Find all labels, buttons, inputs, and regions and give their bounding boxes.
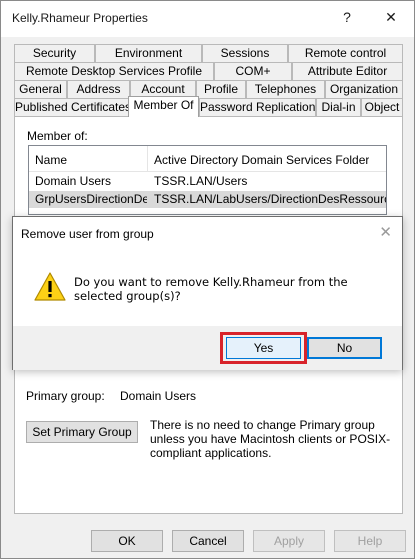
tab-attribute-editor[interactable]: Attribute Editor	[292, 62, 403, 80]
tab-sessions[interactable]: Sessions	[202, 44, 288, 62]
tab-published-certificates[interactable]: Published Certificates	[14, 98, 129, 116]
primary-group-note: There is no need to change Primary group…	[150, 418, 391, 460]
member-of-list[interactable]: Name Active Directory Domain Services Fo…	[28, 145, 387, 215]
ok-button[interactable]: OK	[91, 530, 163, 552]
help-footer-button[interactable]: Help	[334, 530, 406, 552]
dialog-message: Do you want to remove Kelly.Rhameur from…	[74, 275, 348, 303]
column-divider[interactable]	[147, 146, 148, 172]
tab-remote-control[interactable]: Remote control	[288, 44, 403, 62]
tab-remote-desktop-services-profile[interactable]: Remote Desktop Services Profile	[14, 62, 214, 80]
tab-security[interactable]: Security	[14, 44, 95, 62]
warning-icon	[34, 272, 66, 301]
group-name: GrpUsersDirectionDe...	[35, 192, 147, 206]
primary-group-value: Domain Users	[120, 389, 197, 403]
yes-button-highlight	[220, 332, 307, 364]
no-button[interactable]: No	[307, 337, 382, 359]
list-item[interactable]: GrpUsersDirectionDe... TSSR.LAN/LabUsers…	[29, 191, 386, 208]
tab-environment[interactable]: Environment	[95, 44, 202, 62]
tab-general[interactable]: General	[14, 80, 67, 98]
help-button[interactable]: ?	[337, 9, 357, 25]
member-of-label: Member of:	[27, 129, 88, 143]
tab-address[interactable]: Address	[67, 80, 130, 98]
list-item[interactable]: Domain Users TSSR.LAN/Users	[29, 173, 386, 190]
title-bar: Kelly.Rhameur Properties ? ✕	[1, 1, 414, 37]
close-button[interactable]: ✕	[381, 9, 401, 26]
set-primary-group-button[interactable]: Set Primary Group	[26, 421, 138, 443]
apply-button[interactable]: Apply	[253, 530, 325, 552]
list-header: Name Active Directory Domain Services Fo…	[29, 146, 386, 172]
tab-password-replication[interactable]: Password Replication	[199, 98, 316, 116]
group-folder: TSSR.LAN/Users	[154, 174, 248, 188]
remove-user-dialog: Remove user from group ✕ Do you want to …	[12, 216, 403, 370]
primary-group-label: Primary group:	[26, 389, 105, 403]
dialog-footer: Yes No	[13, 326, 402, 370]
column-header-folder[interactable]: Active Directory Domain Services Folder	[154, 153, 369, 167]
tab-dial-in[interactable]: Dial-in	[316, 98, 361, 116]
group-folder: TSSR.LAN/LabUsers/DirectionDesRessources…	[154, 192, 387, 206]
cancel-button[interactable]: Cancel	[172, 530, 244, 552]
group-name: Domain Users	[35, 174, 112, 188]
window-title: Kelly.Rhameur Properties	[12, 11, 148, 25]
tab-member-of[interactable]: Member Of	[128, 96, 199, 117]
column-header-name[interactable]: Name	[35, 153, 67, 167]
tab-profile[interactable]: Profile	[196, 80, 246, 98]
tab-object[interactable]: Object	[361, 98, 403, 116]
dialog-close-button[interactable]: ✕	[379, 223, 392, 241]
dialog-title: Remove user from group	[21, 227, 154, 241]
tab-com-plus[interactable]: COM+	[214, 62, 292, 80]
tab-organization[interactable]: Organization	[325, 80, 403, 98]
properties-window: Kelly.Rhameur Properties ? ✕ Security En…	[0, 0, 415, 559]
tab-telephones[interactable]: Telephones	[246, 80, 325, 98]
